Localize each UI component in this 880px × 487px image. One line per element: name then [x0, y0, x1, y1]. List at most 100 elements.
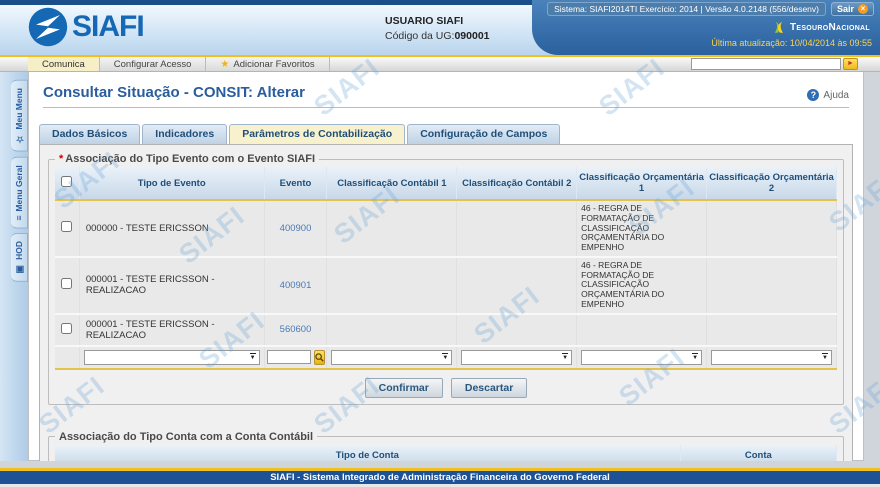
co1-input-cell: ▼	[577, 346, 707, 369]
account-association-title: Associação do Tipo Conta com a Conta Con…	[59, 431, 313, 443]
menu-icon: ≡	[14, 215, 24, 220]
logout-button[interactable]: Sair ×	[831, 2, 874, 16]
quick-search: ►	[691, 57, 880, 71]
top-tab-configurar-acesso[interactable]: Configurar Acesso	[100, 57, 207, 71]
monitor-icon: ▣	[14, 264, 24, 274]
star-icon: ★	[220, 59, 229, 70]
magnifier-icon	[315, 353, 324, 362]
app-header: SIAFI USUARIO SIAFI Código da UG:090001 …	[0, 5, 880, 55]
event-association-table: Tipo de Evento Evento Classificação Cont…	[55, 167, 837, 370]
row-select-cell	[55, 314, 79, 346]
evento-input-cell	[264, 346, 327, 369]
classificacao-orcamentaria-2-select[interactable]: ▼	[711, 350, 832, 365]
tipo-evento-cell: 000001 - TESTE ERICSSON - REALIZACAO	[79, 257, 264, 314]
title-row: Consultar Situação - CONSIT: Alterar ? A…	[43, 84, 849, 108]
sidebar-menu-geral-label: Menu Geral	[14, 165, 24, 211]
ug-label: Código da UG:	[385, 30, 454, 42]
column-header-classificacao-contabil-1: Classificação Contábil 1	[327, 167, 457, 200]
siafi-logo-text: SIAFI	[72, 10, 144, 44]
tab-parametros-contabilizacao[interactable]: Parâmetros de Contabilização	[229, 124, 405, 144]
cc1-input-cell: ▼	[327, 346, 457, 369]
classificacao-contabil-1-cell	[327, 257, 457, 314]
siafi-logo: SIAFI	[28, 7, 144, 47]
top-tab-bar: Comunica Configurar Acesso ★ Adicionar F…	[0, 55, 880, 72]
body-row: ☆ Meu Menu ≡ Menu Geral ▣ HOD Consultar …	[0, 72, 880, 461]
main-panel: Consultar Situação - CONSIT: Alterar ? A…	[28, 72, 864, 461]
siafi-logo-icon	[28, 7, 68, 47]
help-link[interactable]: ? Ajuda	[807, 89, 849, 101]
top-tab-adicionar-favoritos[interactable]: ★ Adicionar Favoritos	[206, 57, 329, 71]
input-row-empty-cell	[55, 346, 79, 369]
classificacao-contabil-2-cell	[457, 314, 577, 346]
tab-parametros-label: Parâmetros de Contabilização	[242, 128, 392, 140]
last-update: Última atualização: 10/04/2014 às 09:55	[542, 38, 874, 48]
classificacao-contabil-1-select[interactable]: ▼	[331, 350, 452, 365]
tipo-evento-select[interactable]: ▼	[84, 350, 260, 365]
classificacao-orcamentaria-1-cell: 46 - REGRA DE FORMATAÇÃO DE CLASSIFICAÇÃ…	[577, 257, 707, 314]
evento-cell: 560600	[264, 314, 327, 346]
search-go-button[interactable]: ►	[843, 58, 858, 70]
tab-dados-basicos[interactable]: Dados Básicos	[39, 124, 140, 144]
event-table-row: 000001 - TESTE ERICSSON - REALIZACAO 560…	[55, 314, 837, 346]
logout-close-icon: ×	[858, 4, 868, 14]
ug-code: 090001	[454, 30, 489, 42]
column-header-classificacao-contabil-2: Classificação Contábil 2	[457, 167, 577, 200]
classificacao-orcamentaria-1-cell	[577, 314, 707, 346]
quick-search-input[interactable]	[691, 58, 841, 70]
column-header-evento: Evento	[264, 167, 327, 200]
confirmar-button[interactable]: Confirmar	[365, 378, 443, 398]
top-tab-comunica[interactable]: Comunica	[28, 57, 100, 71]
sidebar-meu-menu-label: Meu Menu	[14, 88, 24, 130]
event-table-row: 000000 - TESTE ERICSSON 400900 46 - REGR…	[55, 200, 837, 257]
row-checkbox[interactable]	[61, 323, 72, 334]
chevron-down-icon: ▼	[442, 353, 448, 361]
sidebar-item-menu-geral[interactable]: ≡ Menu Geral	[11, 157, 28, 229]
help-icon: ?	[807, 89, 819, 101]
descartar-button[interactable]: Descartar	[451, 378, 527, 398]
tipo-evento-cell: 000000 - TESTE ERICSSON	[79, 200, 264, 257]
tipo-evento-cell: 000001 - TESTE ERICSSON - REALIZACAO	[79, 314, 264, 346]
account-association-legend: Associação do Tipo Conta com a Conta Con…	[55, 431, 317, 443]
tipo-evento-input-cell: ▼	[79, 346, 264, 369]
siafi-app: SIAFI USUARIO SIAFI Código da UG:090001 …	[0, 0, 880, 487]
top-tab-configurar-acesso-label: Configurar Acesso	[114, 59, 192, 70]
sidebar-item-hod[interactable]: ▣ HOD	[11, 233, 28, 282]
chevron-down-icon: ▼	[822, 353, 828, 361]
classificacao-contabil-1-cell	[327, 314, 457, 346]
sidebar-item-meu-menu[interactable]: ☆ Meu Menu	[11, 80, 28, 152]
evento-lookup-button[interactable]	[314, 350, 325, 365]
page-title: Consultar Situação - CONSIT: Alterar	[43, 84, 305, 101]
select-all-cell	[55, 167, 79, 200]
event-input-row: ▼	[55, 346, 837, 369]
event-association-fieldset: *Associação do Tipo Evento com o Evento …	[48, 153, 844, 405]
row-checkbox[interactable]	[61, 278, 72, 289]
logout-label: Sair	[837, 4, 854, 14]
tesouro-name: TesouroNacional	[790, 22, 870, 33]
row-select-cell	[55, 257, 79, 314]
footer-gap	[0, 461, 880, 468]
tab-indicadores[interactable]: Indicadores	[142, 124, 227, 144]
classificacao-orcamentaria-1-cell: 46 - REGRA DE FORMATAÇÃO DE CLASSIFICAÇÃ…	[577, 200, 707, 257]
tab-indicadores-label: Indicadores	[155, 128, 214, 140]
classificacao-contabil-1-cell	[327, 200, 457, 257]
header-right-panel: Sistema: SIAFI2014TI Exercício: 2014 | V…	[532, 0, 880, 55]
chevron-down-icon: ▼	[250, 353, 256, 361]
row-checkbox[interactable]	[61, 221, 72, 232]
classificacao-contabil-2-select[interactable]: ▼	[461, 350, 572, 365]
tab-bar-spacer	[330, 57, 691, 71]
row-select-cell	[55, 200, 79, 257]
left-sidebar: ☆ Meu Menu ≡ Menu Geral ▣ HOD	[0, 72, 28, 461]
classificacao-orcamentaria-1-select[interactable]: ▼	[581, 350, 702, 365]
evento-input[interactable]	[267, 350, 311, 364]
tab-configuracao-campos[interactable]: Configuração de Campos	[407, 124, 560, 144]
required-marker: *	[59, 153, 63, 165]
help-label: Ajuda	[823, 90, 849, 101]
chevron-down-icon: ▼	[692, 353, 698, 361]
system-info: Sistema: SIAFI2014TI Exercício: 2014 | V…	[547, 2, 826, 16]
event-buttons-row: Confirmar Descartar	[55, 378, 837, 398]
classificacao-orcamentaria-2-cell	[707, 314, 837, 346]
select-all-checkbox[interactable]	[61, 176, 72, 187]
classificacao-orcamentaria-2-cell	[707, 257, 837, 314]
chevron-down-icon: ▼	[562, 353, 568, 361]
classificacao-contabil-2-cell	[457, 200, 577, 257]
